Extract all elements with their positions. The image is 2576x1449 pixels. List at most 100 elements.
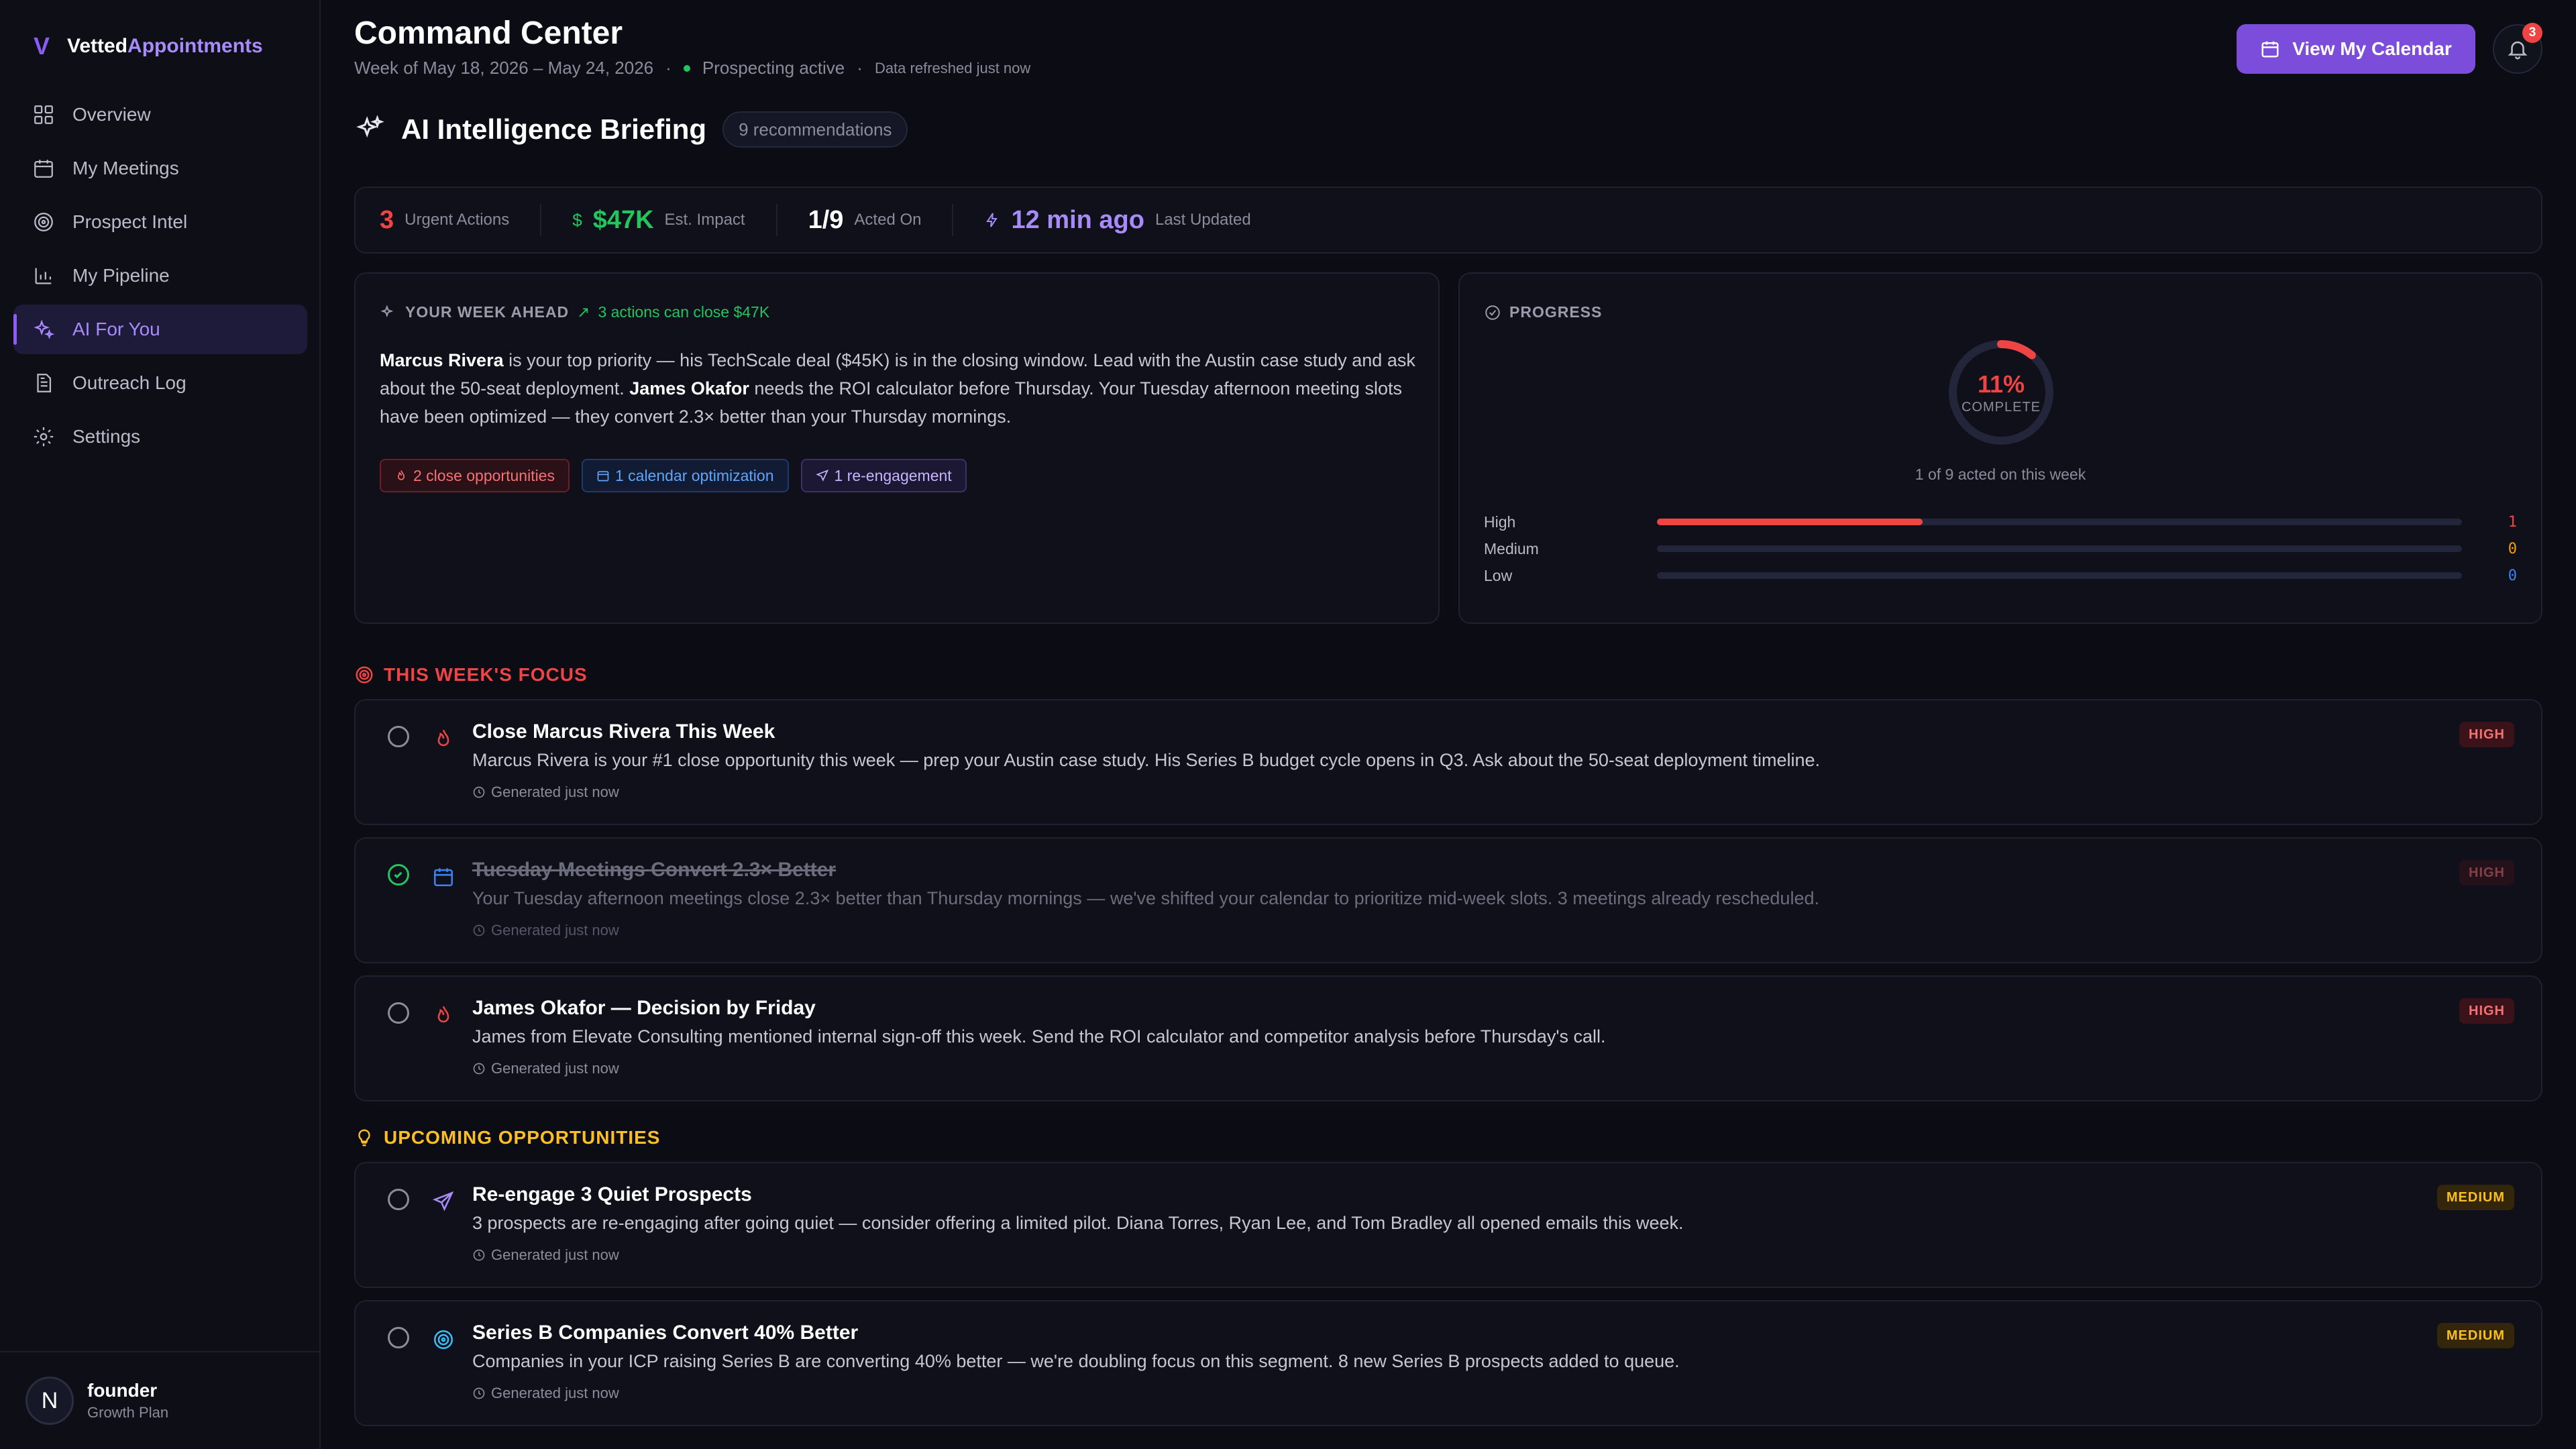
clock-icon — [473, 786, 485, 798]
tag-label: 2 close opportunities — [413, 466, 555, 484]
priority-track — [1657, 519, 2462, 525]
priority-track — [1657, 545, 2462, 552]
stats-bar: 3 Urgent Actions $ $47K Est. Impact 1/9 … — [354, 186, 2542, 254]
bar-chart-icon — [35, 268, 52, 284]
focus-item[interactable]: Tuesday Meetings Convert 2.3× Better You… — [354, 837, 2542, 963]
item-description: Your Tuesday afternoon meetings close 2.… — [472, 888, 1819, 908]
flame-icon — [437, 1006, 449, 1023]
sidebar-item-ai-for-you[interactable]: AI For You — [13, 305, 307, 354]
tag-calendar-optimization[interactable]: 1 calendar optimization — [581, 459, 789, 492]
sidebar-item-overview[interactable]: Overview — [13, 90, 307, 140]
stat-value: $47K — [592, 205, 654, 234]
calendar-icon — [34, 160, 53, 178]
upcoming-item[interactable]: Series B Companies Convert 40% Better Co… — [354, 1300, 2542, 1426]
user-plan: Growth Plan — [87, 1404, 169, 1421]
week-ahead-note: 3 actions can close $47K — [598, 303, 770, 321]
stat-label: Last Updated — [1155, 211, 1251, 229]
focus-item[interactable]: Close Marcus Rivera This Week Marcus Riv… — [354, 699, 2542, 825]
status-dot-icon — [683, 64, 690, 72]
item-generated: Generated just now — [472, 922, 619, 939]
item-checkbox[interactable] — [388, 1327, 409, 1348]
priority-badge: HIGH — [2459, 998, 2514, 1024]
stat-value: 3 — [380, 205, 394, 234]
generated-label: Generated just now — [491, 922, 619, 938]
view-calendar-button[interactable]: View My Calendar — [2237, 24, 2475, 74]
clock-icon — [473, 1249, 485, 1261]
clock-icon — [473, 1387, 485, 1399]
brand-name: VettedAppointments — [67, 35, 263, 58]
item-description: 3 prospects are re-engaging after going … — [472, 1213, 1684, 1233]
prospect-name: Marcus Rivera — [380, 350, 504, 370]
focus-title: THIS WEEK'S FOCUS — [384, 664, 588, 685]
sidebar-item-label: My Pipeline — [72, 265, 170, 286]
priority-count: 0 — [2508, 540, 2517, 557]
sidebar-item-outreach-log[interactable]: Outreach Log — [13, 358, 307, 408]
item-description: James from Elevate Consulting mentioned … — [472, 1026, 1606, 1046]
priority-row-high: High 1 — [1484, 508, 2517, 535]
generated-label: Generated just now — [491, 1246, 619, 1263]
sidebar-item-label: Overview — [72, 104, 151, 125]
item-generated: Generated just now — [472, 784, 619, 801]
priority-name: High — [1484, 513, 1516, 531]
send-icon — [815, 469, 828, 482]
upcoming-item[interactable]: Re-engage 3 Quiet Prospects 3 prospects … — [354, 1162, 2542, 1288]
flame-icon — [437, 729, 449, 747]
stat-label: Acted On — [854, 211, 922, 229]
sparkles-icon — [380, 304, 394, 317]
document-icon — [37, 374, 52, 392]
briefing-title: AI Intelligence Briefing — [401, 113, 707, 145]
item-title: Re-engage 3 Quiet Prospects — [472, 1183, 752, 1205]
upcoming-title: UPCOMING OPPORTUNITIES — [384, 1127, 661, 1148]
sparkles-icon — [34, 319, 55, 339]
calendar-icon — [597, 471, 609, 482]
priority-row-medium: Medium 0 — [1484, 535, 2517, 562]
focus-item[interactable]: James Okafor — Decision by Friday James … — [354, 975, 2542, 1102]
item-title: Series B Companies Convert 40% Better — [472, 1322, 859, 1344]
item-checkbox[interactable] — [388, 864, 409, 885]
sidebar-item-my-pipeline[interactable]: My Pipeline — [13, 251, 307, 301]
user-name: founder — [87, 1380, 158, 1401]
acted-summary: 1 of 9 acted on this week — [1915, 466, 2086, 483]
brand-logo[interactable]: V VettedAppointments — [34, 32, 263, 60]
summary-tags: 2 close opportunities 1 calendar optimiz… — [380, 459, 967, 492]
item-title: Tuesday Meetings Convert 2.3× Better — [472, 859, 837, 881]
sidebar-item-my-meetings[interactable]: My Meetings — [13, 144, 307, 193]
item-description: Companies in your ICP raising Series B a… — [472, 1351, 1680, 1371]
check-icon — [394, 871, 402, 879]
item-checkbox[interactable] — [388, 1189, 409, 1210]
tag-close-opportunities[interactable]: 2 close opportunities — [380, 459, 570, 492]
target-icon — [433, 1330, 453, 1350]
item-checkbox[interactable] — [388, 1002, 409, 1024]
stat-value: 1/9 — [808, 205, 844, 234]
lightbulb-icon — [358, 1129, 370, 1146]
calendar-icon — [433, 868, 453, 887]
sidebar: V VettedAppointments Overview My Meeting… — [0, 0, 321, 1449]
item-description: Marcus Rivera is your #1 close opportuni… — [472, 750, 1821, 770]
sidebar-item-settings[interactable]: Settings — [13, 412, 307, 462]
sidebar-item-prospect-intel[interactable]: Prospect Intel — [13, 197, 307, 247]
stat-value: 12 min ago — [1011, 205, 1144, 234]
priority-track — [1657, 572, 2462, 579]
refresh-status: Data refreshed just now — [874, 59, 1031, 76]
notifications-button[interactable]: 3 — [2493, 23, 2542, 74]
separator: · — [665, 58, 672, 78]
progress-title: PROGRESS — [1509, 303, 1603, 321]
brand-mark-icon: V — [34, 32, 50, 60]
generated-label: Generated just now — [491, 784, 619, 800]
target-icon — [356, 666, 373, 684]
tag-re-engagement[interactable]: 1 re-engagement — [800, 459, 967, 492]
sidebar-item-label: Settings — [72, 426, 141, 447]
priority-badge: MEDIUM — [2436, 1323, 2514, 1348]
page-title: Command Center — [354, 15, 623, 51]
send-icon — [432, 1191, 454, 1212]
priority-badge: HIGH — [2459, 860, 2514, 885]
prospect-name: James Okafor — [629, 378, 749, 398]
stat-last-updated: 12 min ago Last Updated — [984, 204, 1281, 236]
stat-est-impact: $ $47K Est. Impact — [572, 204, 777, 236]
separator: · — [857, 58, 863, 78]
tag-label: 1 calendar optimization — [614, 466, 774, 484]
user-profile[interactable]: N founder Growth Plan — [0, 1351, 319, 1449]
grid-icon — [34, 105, 53, 124]
item-checkbox[interactable] — [388, 726, 409, 747]
donut-label: 11% COMPLETE — [1944, 335, 2058, 449]
